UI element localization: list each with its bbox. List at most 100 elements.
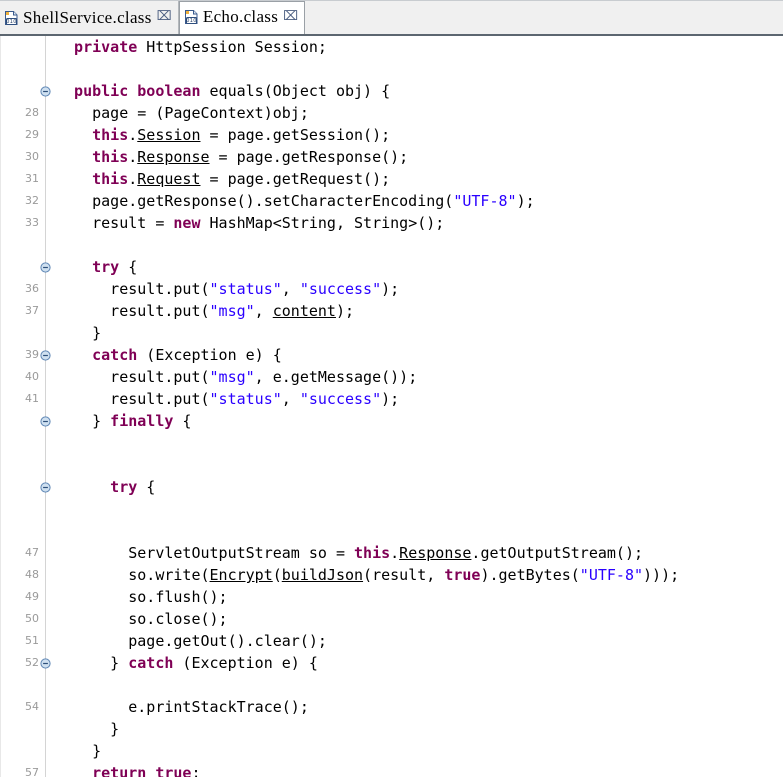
code-line[interactable] (0, 454, 783, 476)
code-token: { (119, 258, 138, 276)
code-token: result.put( (110, 280, 210, 298)
code-text: result = new HashMap<String, String>(); (92, 212, 444, 234)
code-text: page.getResponse().setCharacterEncoding(… (92, 190, 535, 212)
code-token: = page.getResponse(); (209, 148, 409, 166)
code-token: . (390, 544, 400, 562)
code-fold-collapse-icon[interactable] (40, 482, 51, 493)
code-line[interactable]: public boolean equals(Object obj) { (0, 80, 783, 102)
code-line[interactable]: 48 so.write(Encrypt(buildJson(result, tru… (0, 564, 783, 586)
code-line[interactable]: try { (0, 476, 783, 498)
code-line[interactable] (0, 234, 783, 256)
code-fold-collapse-icon[interactable] (40, 262, 51, 273)
code-line[interactable]: } finally { (0, 410, 783, 432)
code-token: result = (92, 214, 174, 232)
java-class-icon: 010 (4, 10, 19, 26)
code-token: Session (137, 126, 201, 144)
code-token: , e.getMessage()); (254, 368, 418, 386)
code-token: "msg" (209, 368, 255, 386)
code-text: return true; (92, 762, 200, 777)
code-fold-collapse-icon[interactable] (40, 350, 51, 361)
code-line[interactable]: 54 e.printStackTrace(); (0, 696, 783, 718)
code-line[interactable]: 49 so.flush(); (0, 586, 783, 608)
code-token: ; (191, 764, 201, 777)
code-token: "msg" (209, 302, 255, 320)
code-line[interactable]: private HttpSession Session; (0, 36, 783, 58)
code-token: private (74, 38, 138, 56)
code-line[interactable]: 51 page.getOut().clear(); (0, 630, 783, 652)
code-line[interactable]: 50 so.close(); (0, 608, 783, 630)
line-number: 32 (25, 194, 39, 207)
editor-window: 010 ShellService.class ⌧ 010 Echo.class ⌧ pri… (0, 0, 783, 777)
line-number: 49 (25, 590, 39, 603)
code-line[interactable]: 37 result.put("msg", content); (0, 300, 783, 322)
close-icon[interactable]: ⌧ (157, 10, 172, 25)
code-token: } (92, 412, 111, 430)
code-line[interactable]: 30 this.Response = page.getResponse(); (0, 146, 783, 168)
code-line[interactable] (0, 432, 783, 454)
code-line[interactable]: 41 result.put("status", "success"); (0, 388, 783, 410)
code-line-list: private HttpSession Session; public boole… (0, 36, 783, 777)
code-text: result.put("status", "success"); (110, 278, 399, 300)
code-token: new (173, 214, 201, 232)
code-token: , (281, 280, 300, 298)
code-fold-collapse-icon[interactable] (40, 86, 51, 97)
code-token: this (92, 126, 129, 144)
line-number: 31 (25, 172, 39, 185)
code-token: page.getResponse().setCharacterEncoding( (92, 192, 454, 210)
code-line[interactable]: 47 ServletOutputStream so = this.Response… (0, 542, 783, 564)
code-line[interactable]: } (0, 740, 783, 762)
code-line[interactable]: 32 page.getResponse().setCharacterEncodin… (0, 190, 783, 212)
code-token: so.flush(); (128, 588, 228, 606)
code-line[interactable]: 36 result.put("status", "success"); (0, 278, 783, 300)
code-line[interactable]: 28 page = (PageContext)obj; (0, 102, 783, 124)
code-token: finally (110, 412, 174, 430)
code-line[interactable] (0, 520, 783, 542)
editor-tab-shellservice-class[interactable]: 010 ShellService.class ⌧ (0, 1, 179, 34)
code-token: this (92, 170, 129, 188)
code-text: } (92, 322, 101, 344)
code-line[interactable]: } (0, 322, 783, 344)
line-number: 50 (25, 612, 39, 625)
line-number: 52 (25, 656, 39, 669)
code-line[interactable]: } (0, 718, 783, 740)
line-number: 41 (25, 392, 39, 405)
svg-text:010: 010 (6, 19, 16, 25)
code-token: } (110, 720, 120, 738)
close-icon[interactable]: ⌧ (283, 10, 298, 25)
editor-tab-echo-class[interactable]: 010 Echo.class ⌧ (178, 1, 306, 34)
code-text: } catch (Exception e) { (110, 652, 318, 674)
line-number: 37 (25, 304, 39, 317)
svg-text:010: 010 (186, 18, 196, 24)
code-line[interactable] (0, 674, 783, 696)
code-line[interactable]: 40 result.put("msg", e.getMessage()); (0, 366, 783, 388)
code-token: HttpSession Session; (137, 38, 327, 56)
code-token: HashMap<String, String>(); (200, 214, 445, 232)
code-line[interactable]: 29 this.Session = page.getSession(); (0, 124, 783, 146)
code-editor[interactable]: private HttpSession Session; public boole… (0, 36, 783, 777)
code-token: page.getOut().clear(); (128, 632, 327, 650)
code-token: , (254, 302, 273, 320)
code-text: ServletOutputStream so = this.Response.g… (128, 542, 643, 564)
code-line[interactable]: 39 catch (Exception e) { (0, 344, 783, 366)
code-token: = page.getRequest(); (200, 170, 391, 188)
code-line[interactable]: 52 } catch (Exception e) { (0, 652, 783, 674)
code-line[interactable]: 33 result = new HashMap<String, String>()… (0, 212, 783, 234)
code-token: (result, (363, 566, 445, 584)
code-line[interactable]: 31 this.Request = page.getRequest(); (0, 168, 783, 190)
code-line[interactable] (0, 58, 783, 80)
code-token: so.write( (128, 566, 210, 584)
code-token: equals(Object obj) { (200, 82, 391, 100)
code-text: catch (Exception e) { (92, 344, 282, 366)
code-token: ); (381, 280, 400, 298)
code-fold-collapse-icon[interactable] (40, 658, 51, 669)
code-line[interactable]: 57 return true; (0, 762, 783, 777)
code-fold-collapse-icon[interactable] (40, 416, 51, 427)
code-text: so.flush(); (128, 586, 227, 608)
code-line[interactable]: try { (0, 256, 783, 278)
line-number: 47 (25, 546, 39, 559)
code-token: . (128, 148, 138, 166)
code-token: public (74, 82, 129, 100)
code-line[interactable] (0, 498, 783, 520)
line-number: 29 (25, 128, 39, 141)
